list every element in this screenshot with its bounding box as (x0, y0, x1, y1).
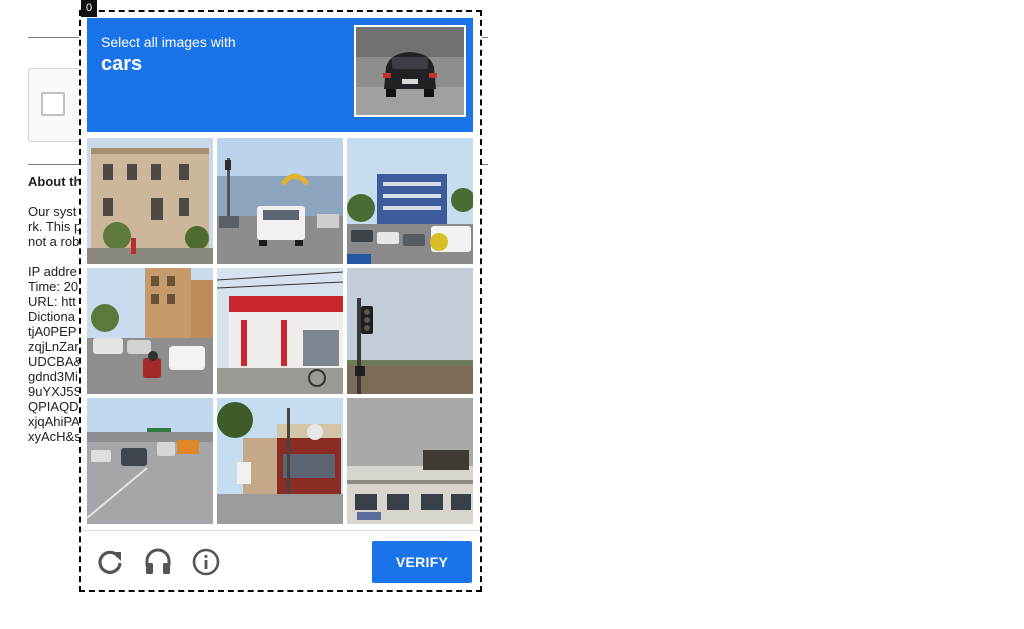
info-line: gdnd3Mi (28, 369, 78, 384)
about-heading: About th (28, 174, 82, 189)
info-line: xjqAhiPA (28, 414, 80, 429)
parking-lot-photo-icon (347, 138, 473, 264)
help-info-button[interactable] (190, 546, 222, 578)
info-line: UDCBA& (28, 354, 83, 369)
info-line: tjA0PEP (28, 324, 77, 339)
info-line: URL: htt (28, 294, 76, 309)
info-line: QPIAQD (28, 399, 79, 414)
reload-icon (98, 550, 122, 574)
info-line: 9uYXJ5S (28, 384, 83, 399)
challenge-header: Select all images with cars (87, 18, 473, 132)
tile-street-cars-scooters[interactable] (87, 268, 213, 394)
paragraph-line: not a rob (28, 234, 80, 249)
info-line: xyAcH&s (28, 429, 81, 444)
storefront-photo-icon (217, 268, 343, 394)
challenge-prompt: Select all images with (101, 34, 236, 50)
restaurant-photo-icon (217, 398, 343, 524)
highway-photo-icon (87, 398, 213, 524)
page: About th Our syst rk. This p not a rob I… (0, 0, 1024, 629)
building-photo-icon (87, 138, 213, 264)
element-index-badge: 0 (81, 0, 97, 17)
tile-fast-food-restaurant[interactable] (217, 398, 343, 524)
tile-red-white-storefront[interactable] (217, 268, 343, 394)
car-rear-photo-icon (356, 27, 464, 115)
tile-shop-building[interactable] (347, 398, 473, 524)
tile-beige-building[interactable] (87, 138, 213, 264)
info-line: zqjLnZar (28, 339, 79, 354)
paragraph-line: Our syst (28, 204, 77, 219)
info-icon (192, 548, 220, 576)
verify-button[interactable]: VERIFY (372, 541, 472, 583)
audio-challenge-button[interactable] (142, 546, 174, 578)
info-line: Time: 20 (28, 279, 79, 294)
headphones-icon (145, 548, 171, 574)
image-grid (87, 138, 473, 524)
paragraph-line: rk. This p (28, 219, 82, 234)
tile-white-pickup-truck[interactable] (217, 138, 343, 264)
sample-car-image (354, 25, 466, 117)
tile-traffic-light[interactable] (347, 268, 473, 394)
tile-highway-traffic[interactable] (87, 398, 213, 524)
info-line: IP addre (28, 264, 77, 279)
recaptcha-checkbox[interactable] (41, 92, 65, 116)
challenge-keyword: cars (101, 53, 143, 75)
traffic-light-photo-icon (347, 268, 473, 394)
shop-building-photo-icon (347, 398, 473, 524)
info-line: Dictiona (28, 309, 75, 324)
tile-parking-lot-cars[interactable] (347, 138, 473, 264)
truck-street-photo-icon (217, 138, 343, 264)
reload-button[interactable] (94, 546, 126, 578)
street-traffic-photo-icon (87, 268, 213, 394)
footer-divider (81, 530, 480, 531)
